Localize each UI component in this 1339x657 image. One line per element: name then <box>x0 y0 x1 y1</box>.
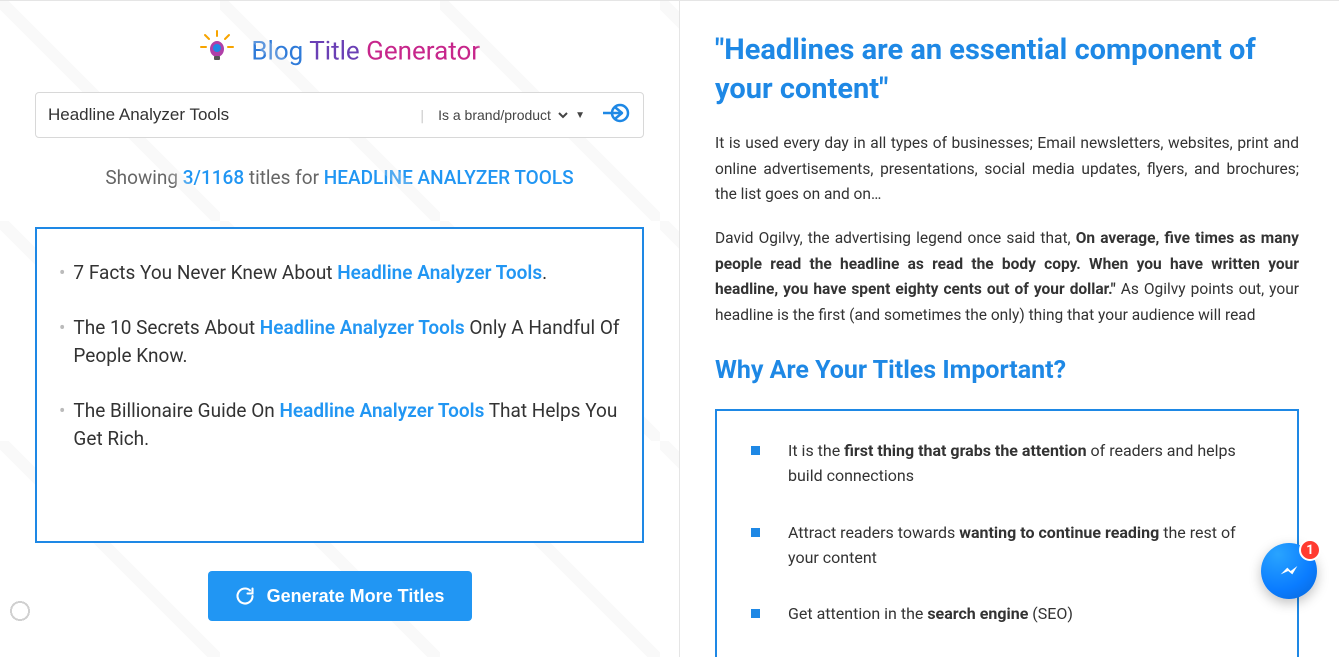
notification-badge: 1 <box>1299 539 1321 561</box>
article-panel: "Headlines are an essential component of… <box>680 1 1339 657</box>
type-dropdown[interactable]: Is a brand/product <box>434 106 571 124</box>
input-separator: | <box>420 106 424 125</box>
quote-heading: "Headlines are an essential component of… <box>715 31 1299 109</box>
importance-box: It is the first thing that grabs the att… <box>715 409 1299 657</box>
bullet-icon: • <box>59 259 65 288</box>
lightbulb-icon <box>199 29 235 72</box>
list-item: Attract readers towards wanting to conti… <box>751 521 1269 571</box>
square-bullet-icon <box>751 609 760 618</box>
square-bullet-icon <box>751 446 760 455</box>
generator-panel: Blog Title Generator | Is a brand/produc… <box>0 1 680 657</box>
article-paragraph: David Ogilvy, the advertising legend onc… <box>715 226 1299 328</box>
result-item: • 7 Facts You Never Knew About Headline … <box>59 259 620 288</box>
square-bullet-icon <box>751 528 760 537</box>
bullet-icon: • <box>59 314 65 343</box>
list-item: Get attention in the search engine (SEO) <box>751 602 1269 627</box>
bullet-icon: • <box>59 397 65 426</box>
refresh-icon <box>235 586 255 606</box>
keyword-input-row: | Is a brand/product ▼ <box>35 92 644 138</box>
submit-icon[interactable] <box>603 101 633 129</box>
showing-summary: Showing 3/1168 titles for HEADLINE ANALY… <box>35 166 644 189</box>
keyword-highlight: Headline Analyzer Tools <box>279 399 484 422</box>
list-item: It is the first thing that grabs the att… <box>751 439 1269 489</box>
result-item: • The Billionaire Guide On Headline Anal… <box>59 397 620 454</box>
keyword-highlight: Headline Analyzer Tools <box>337 261 542 284</box>
chevron-down-icon: ▼ <box>575 110 585 121</box>
article-paragraph: It is used every day in all types of bus… <box>715 131 1299 208</box>
type-select[interactable]: Is a brand/product ▼ <box>434 106 585 124</box>
keyword-highlight: Headline Analyzer Tools <box>260 316 465 339</box>
page-title: Blog Title Generator <box>35 31 644 74</box>
generate-more-button[interactable]: Generate More Titles <box>208 571 472 621</box>
messenger-button[interactable]: 1 <box>1261 543 1317 599</box>
sub-heading: Why Are Your Titles Important? <box>715 356 1299 385</box>
keyword-input[interactable] <box>48 105 410 125</box>
result-item: • The 10 Secrets About Headline Analyzer… <box>59 314 620 371</box>
messenger-icon <box>1274 556 1304 586</box>
results-box: • 7 Facts You Never Knew About Headline … <box>35 227 644 543</box>
